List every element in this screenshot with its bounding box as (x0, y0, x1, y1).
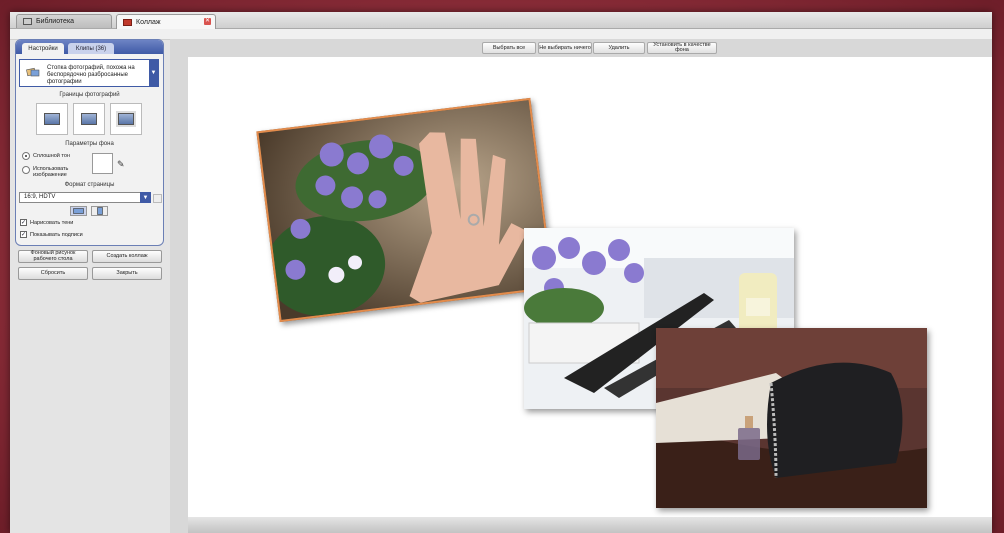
background-label: Параметры фона (65, 141, 114, 147)
collage-icon (123, 18, 132, 26)
portrait-button[interactable] (91, 206, 108, 216)
border-frame-icon (116, 111, 136, 127)
tab-library[interactable]: Библиотека (16, 14, 112, 28)
close-tab-icon[interactable]: ✕ (204, 18, 211, 25)
select-none-button[interactable]: Не выбирать ничего (538, 42, 592, 54)
library-icon (23, 18, 32, 25)
tab-collage-label: Коллаж (136, 18, 161, 26)
portrait-icon (96, 207, 103, 215)
chevron-down-icon[interactable]: ▼ (140, 192, 151, 203)
set-background-button[interactable]: Установить в качестве фона (647, 42, 717, 54)
collage-photo-black-bag[interactable] (656, 328, 927, 508)
settings-panel-header: Настройки Клипы (36) (16, 40, 163, 54)
tab-clips[interactable]: Клипы (36) (68, 43, 114, 54)
tab-bar: Библиотека Коллаж ✕ (10, 12, 992, 29)
show-captions-checkbox[interactable]: ✓ (20, 231, 27, 238)
border-thin-icon (80, 112, 98, 126)
tab-library-label: Библиотека (36, 18, 75, 25)
border-none-icon (44, 113, 60, 125)
custom-format-icon[interactable] (153, 194, 162, 203)
page-format-select[interactable]: 16:9, HDTV (19, 192, 151, 203)
collage-photo-violets-hand[interactable] (256, 97, 554, 323)
landscape-button[interactable] (70, 206, 87, 216)
create-collage-button[interactable]: Создать коллаж (92, 250, 162, 263)
use-image-label: Использовать изображение (33, 166, 69, 178)
close-button[interactable]: Закрыть (92, 267, 162, 280)
border-style-none[interactable] (36, 103, 68, 135)
settings-panel: Настройки Клипы (36) Стопка фотографий, … (15, 39, 164, 246)
draw-shadows-option[interactable]: ✓ Нарисовать тени (20, 219, 73, 226)
radio-use-image[interactable] (22, 166, 30, 174)
wallpaper-button[interactable]: Фоновый рисунок рабочего стола (18, 250, 88, 263)
layout-select[interactable]: Стопка фотографий, похожа на беспорядочн… (19, 59, 159, 87)
violets-hand-image (258, 100, 552, 320)
show-captions-label: Показывать подписи (30, 231, 83, 238)
background-color-swatch[interactable] (92, 153, 113, 174)
photo-stack-icon (26, 67, 40, 77)
delete-button[interactable]: Удалить (593, 42, 645, 54)
borders-label: Границы фотографий (59, 92, 120, 98)
draw-shadows-checkbox[interactable]: ✓ (20, 219, 27, 226)
solid-color-option[interactable]: Сплошной тон (22, 152, 70, 160)
tab-collage[interactable]: Коллаж ✕ (116, 14, 216, 29)
reset-button[interactable]: Сбросить (18, 267, 88, 280)
use-image-option[interactable]: Использовать изображение (22, 166, 82, 178)
draw-shadows-label: Нарисовать тени (30, 219, 74, 226)
canvas-scroll-area[interactable] (188, 517, 992, 533)
chevron-down-icon[interactable]: ▼ (149, 60, 158, 86)
page-format-label: Формат страницы (64, 182, 115, 188)
solid-color-label: Сплошной тон (33, 153, 70, 159)
tab-settings[interactable]: Настройки (22, 43, 64, 54)
radio-solid-color[interactable] (22, 152, 30, 160)
border-style-frame[interactable] (110, 103, 142, 135)
show-captions-option[interactable]: ✓ Показывать подписи (20, 231, 83, 238)
eyedropper-icon[interactable]: ✎ (117, 159, 125, 170)
border-style-thin[interactable] (73, 103, 105, 135)
black-bag-image (656, 328, 927, 508)
layout-description: Стопка фотографий, похожа на беспорядочн… (47, 65, 135, 85)
select-all-button[interactable]: Выбрать все (482, 42, 536, 54)
landscape-icon (73, 208, 84, 214)
